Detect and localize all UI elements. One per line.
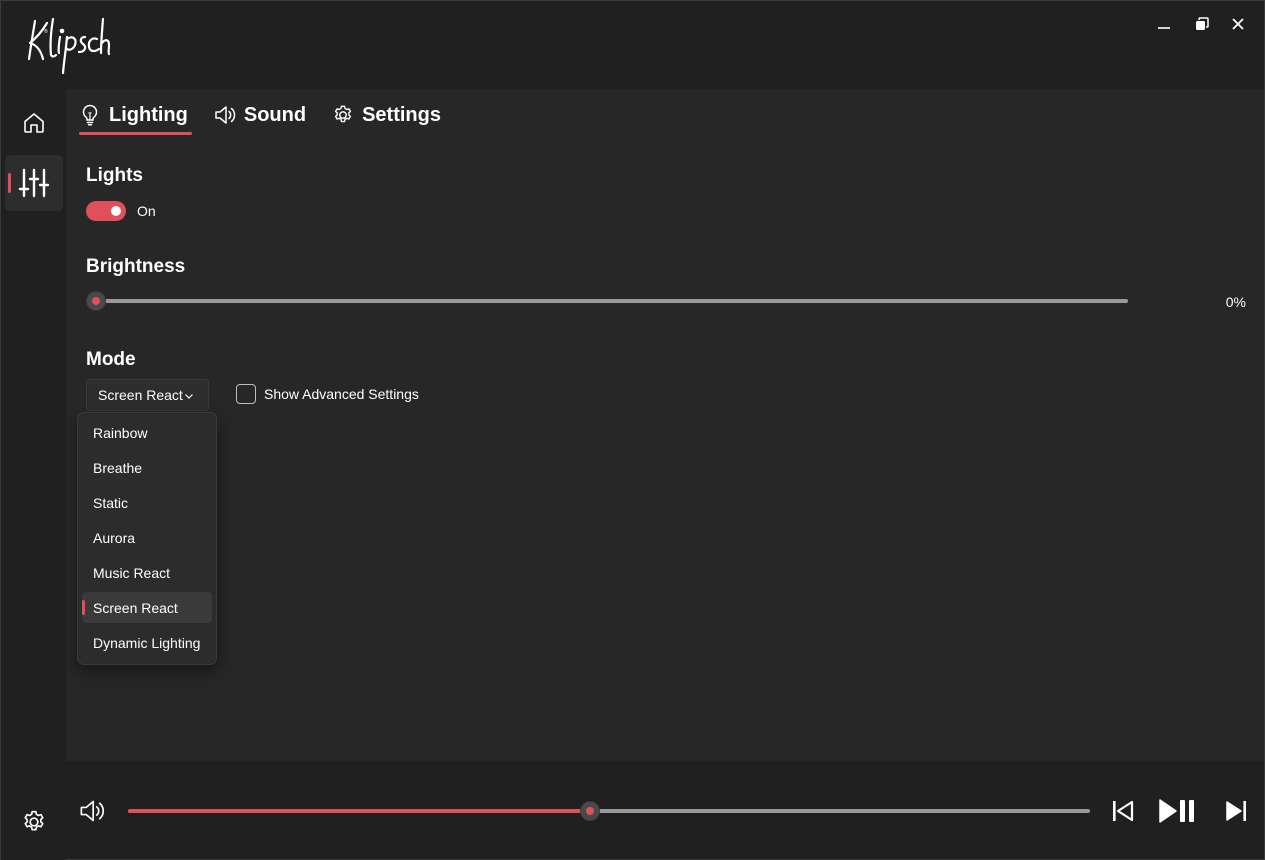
next-track-icon — [1226, 801, 1246, 821]
previous-track-button[interactable] — [1109, 797, 1137, 825]
rail-item-equalizer[interactable] — [5, 155, 63, 211]
tab-sound[interactable]: Sound — [214, 101, 306, 129]
lightbulb-icon — [79, 104, 101, 126]
lights-heading: Lights — [86, 165, 143, 186]
previous-track-icon — [1113, 800, 1134, 822]
mode-select[interactable]: Screen React — [86, 379, 209, 411]
advanced-settings-checkbox[interactable]: Show Advanced Settings — [236, 384, 419, 404]
mode-heading: Mode — [86, 349, 136, 370]
toggle-knob — [111, 206, 121, 216]
main-content: Lighting Sound Settings Lights On Bright… — [66, 89, 1264, 761]
mode-dropdown-menu: Rainbow Breathe Static Aurora Music React Scr… — [77, 412, 217, 665]
play-pause-button[interactable] — [1156, 797, 1200, 825]
media-bar — [66, 761, 1264, 859]
title-bar: ® — [1, 1, 1264, 89]
tab-settings[interactable]: Settings — [332, 101, 441, 129]
close-icon — [1232, 18, 1244, 30]
brightness-slider-thumb[interactable] — [86, 291, 106, 311]
gear-icon — [24, 810, 44, 831]
mode-option-aurora[interactable]: Aurora — [82, 522, 212, 553]
minimize-button[interactable] — [1149, 11, 1179, 37]
brightness-slider-track[interactable] — [97, 299, 1128, 303]
advanced-settings-label: Show Advanced Settings — [264, 386, 419, 402]
rail-active-indicator — [8, 173, 11, 193]
mode-option-dynamic-lighting[interactable]: Dynamic Lighting — [82, 627, 212, 658]
gear-icon — [332, 104, 354, 126]
mode-option-rainbow[interactable]: Rainbow — [82, 417, 212, 448]
svg-text:®: ® — [44, 28, 48, 35]
rail-item-home[interactable] — [5, 95, 63, 151]
mode-option-screen-react[interactable]: Screen React — [82, 592, 212, 623]
checkbox-box[interactable] — [236, 384, 256, 404]
volume-slider-thumb[interactable] — [579, 801, 600, 821]
speaker-icon — [214, 104, 236, 126]
tab-sound-label: Sound — [243, 103, 307, 126]
lights-toggle-state: On — [137, 203, 156, 219]
app-window: ® Lighting Sound Settings Lights On Brig… — [0, 0, 1265, 860]
rail-settings-button[interactable] — [19, 807, 49, 837]
mode-selected-value: Screen React — [98, 387, 183, 403]
minimize-icon — [1158, 27, 1170, 29]
chevron-down-icon — [185, 394, 193, 399]
mode-option-breathe[interactable]: Breathe — [82, 452, 212, 483]
mode-option-static[interactable]: Static — [82, 487, 212, 518]
tab-settings-label: Settings — [362, 103, 441, 126]
restore-icon — [1196, 17, 1209, 30]
navigation-rail — [1, 89, 65, 860]
tab-lighting-label: Lighting — [109, 103, 188, 126]
volume-button[interactable] — [78, 798, 106, 829]
brightness-value: 0% — [1225, 294, 1246, 310]
klipsch-logo: ® — [21, 15, 111, 75]
volume-slider-track[interactable] — [128, 809, 1090, 813]
brightness-heading: Brightness — [86, 256, 186, 277]
sliders-icon — [18, 168, 50, 198]
volume-slider-fill — [128, 809, 590, 813]
next-track-button[interactable] — [1222, 797, 1250, 825]
home-icon — [24, 113, 44, 133]
play-pause-icon — [1159, 799, 1194, 823]
tab-lighting[interactable]: Lighting — [79, 101, 192, 135]
speaker-icon — [80, 800, 105, 822]
restore-button[interactable] — [1187, 11, 1217, 37]
mode-option-music-react[interactable]: Music React — [82, 557, 212, 588]
close-button[interactable] — [1223, 11, 1253, 37]
lights-toggle[interactable] — [86, 201, 126, 221]
tab-bar: Lighting Sound Settings — [79, 101, 467, 137]
